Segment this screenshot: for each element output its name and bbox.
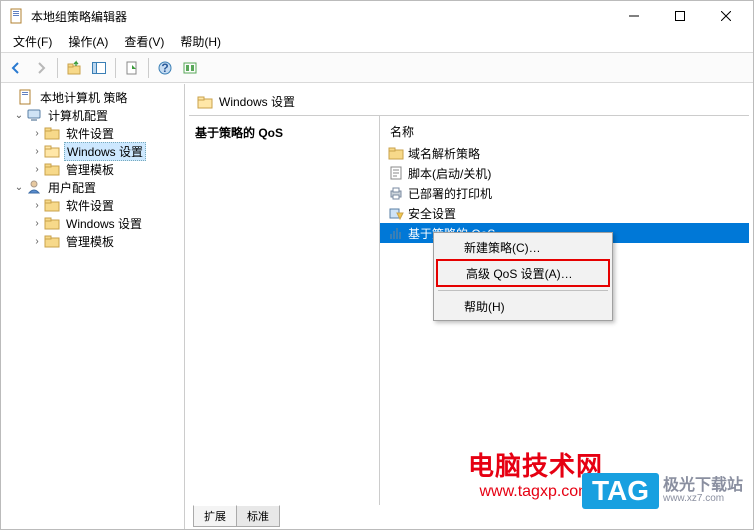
list-item-security[interactable]: 安全设置 — [380, 203, 749, 223]
tree-label: 用户配置 — [46, 179, 98, 196]
export-list-button[interactable] — [120, 56, 144, 80]
folder-icon — [388, 145, 404, 161]
script-icon — [388, 165, 404, 181]
svg-text:?: ? — [161, 61, 168, 75]
up-level-button[interactable] — [62, 56, 86, 80]
tree-label: 管理模板 — [64, 233, 116, 250]
policy-root-icon — [18, 89, 34, 105]
folder-open-icon — [44, 143, 60, 159]
folder-icon — [44, 197, 60, 213]
folder-open-icon — [197, 94, 213, 110]
twisty-collapsed-icon[interactable]: › — [31, 145, 43, 157]
list-item-label: 域名解析策略 — [408, 145, 480, 162]
filter-button[interactable] — [178, 56, 202, 80]
tree-uc-windows[interactable]: › Windows 设置 — [3, 214, 182, 232]
list-item-scripts[interactable]: 脚本(启动/关机) — [380, 163, 749, 183]
detail-header-text: Windows 设置 — [219, 93, 295, 110]
list-item-printers[interactable]: 已部署的打印机 — [380, 183, 749, 203]
tree-user-config[interactable]: ⌄ 用户配置 — [3, 178, 182, 196]
context-menu-advanced-qos[interactable]: 高级 QoS 设置(A)… — [438, 261, 608, 285]
list-item-label: 已部署的打印机 — [408, 185, 492, 202]
tree-label: Windows 设置 — [64, 142, 146, 161]
tree-root[interactable]: ▶ 本地计算机 策略 — [3, 88, 182, 106]
folder-icon — [44, 125, 60, 141]
nav-forward-button[interactable] — [29, 56, 53, 80]
menu-help[interactable]: 帮助(H) — [172, 31, 229, 52]
twisty-collapsed-icon[interactable]: › — [31, 235, 43, 247]
minimize-button[interactable] — [611, 1, 657, 31]
tree-label: Windows 设置 — [64, 215, 144, 232]
info-panel-title: 基于策略的 QoS — [195, 124, 373, 141]
toolbar-separator — [115, 58, 116, 78]
list-item-label: 安全设置 — [408, 205, 456, 222]
menu-view[interactable]: 查看(V) — [116, 31, 172, 52]
tab-extended[interactable]: 扩展 — [193, 505, 237, 527]
context-menu-separator — [438, 290, 608, 291]
main-area: ▶ 本地计算机 策略 ⌄ 计算机配置 › 软件设置 › Windows 设置 ›… — [1, 84, 753, 529]
context-menu: 新建策略(C)… 高级 QoS 设置(A)… 帮助(H) — [433, 232, 613, 321]
info-column: 基于策略的 QoS — [189, 116, 379, 505]
detail-header: Windows 设置 — [189, 88, 749, 116]
menu-file[interactable]: 文件(F) — [5, 31, 60, 52]
show-hide-tree-button[interactable] — [87, 56, 111, 80]
tree-uc-software[interactable]: › 软件设置 — [3, 196, 182, 214]
tab-standard[interactable]: 标准 — [236, 505, 280, 527]
twisty-collapsed-icon[interactable]: › — [31, 163, 43, 175]
tree-cc-software[interactable]: › 软件设置 — [3, 124, 182, 142]
folder-icon — [44, 161, 60, 177]
printer-icon — [388, 185, 404, 201]
computer-icon — [26, 107, 42, 123]
context-menu-help[interactable]: 帮助(H) — [436, 294, 610, 318]
menu-action[interactable]: 操作(A) — [60, 31, 116, 52]
tree-computer-config[interactable]: ⌄ 计算机配置 — [3, 106, 182, 124]
folder-icon — [44, 215, 60, 231]
nav-back-button[interactable] — [4, 56, 28, 80]
close-button[interactable] — [703, 1, 749, 31]
tree-label: 软件设置 — [64, 197, 116, 214]
toolbar-separator — [57, 58, 58, 78]
folder-icon — [44, 233, 60, 249]
detail-tabs: 扩展 标准 — [189, 505, 749, 529]
tree-label: 管理模板 — [64, 161, 116, 178]
title-bar: 本地组策略编辑器 — [1, 1, 753, 31]
twisty-expanded-icon[interactable]: ⌄ — [13, 181, 25, 193]
tree-label: 软件设置 — [64, 125, 116, 142]
twisty-collapsed-icon[interactable]: › — [31, 127, 43, 139]
help-button[interactable]: ? — [153, 56, 177, 80]
column-header-name[interactable]: 名称 — [380, 120, 749, 143]
twisty-expanded-icon[interactable]: ⌄ — [13, 109, 25, 121]
twisty-collapsed-icon[interactable]: › — [31, 217, 43, 229]
tree-uc-templates[interactable]: › 管理模板 — [3, 232, 182, 250]
tree-label: 计算机配置 — [46, 107, 110, 124]
list-item-label: 脚本(启动/关机) — [408, 165, 491, 182]
security-icon — [388, 205, 404, 221]
tree-pane[interactable]: ▶ 本地计算机 策略 ⌄ 计算机配置 › 软件设置 › Windows 设置 ›… — [1, 84, 185, 529]
window-title: 本地组策略编辑器 — [31, 8, 611, 25]
tree-cc-windows[interactable]: › Windows 设置 — [3, 142, 182, 160]
app-icon — [9, 8, 25, 24]
maximize-button[interactable] — [657, 1, 703, 31]
toolbar-separator — [148, 58, 149, 78]
list-item-dns[interactable]: 域名解析策略 — [380, 143, 749, 163]
qos-icon — [388, 225, 404, 241]
tree-cc-templates[interactable]: › 管理模板 — [3, 160, 182, 178]
tree-label: 本地计算机 策略 — [38, 89, 129, 106]
toolbar: ? — [1, 53, 753, 83]
menu-bar: 文件(F) 操作(A) 查看(V) 帮助(H) — [1, 31, 753, 53]
twisty-collapsed-icon[interactable]: › — [31, 199, 43, 211]
user-icon — [26, 179, 42, 195]
context-menu-new-policy[interactable]: 新建策略(C)… — [436, 235, 610, 259]
